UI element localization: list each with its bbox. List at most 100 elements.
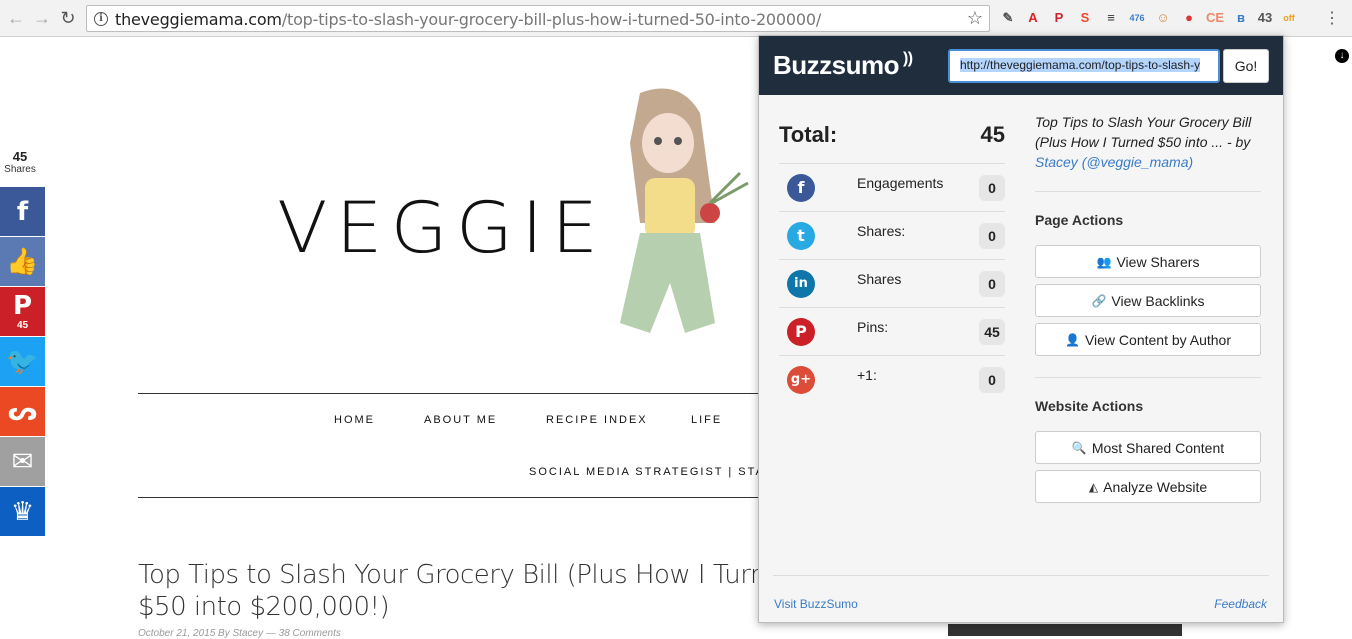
users-icon: 👥 — [1096, 254, 1112, 269]
googleplus-icon: g+ — [787, 366, 815, 394]
post-meta: October 21, 2015 By Stacey — 38 Comments — [138, 628, 341, 639]
network-row-pinterest: P Pins: 45 — [779, 307, 1005, 355]
off-ext-icon[interactable]: off — [1280, 9, 1298, 27]
share-count: 45 — [16, 320, 29, 331]
network-row-linkedin: in Shares 0 — [779, 259, 1005, 307]
link-icon: 🔗 — [1091, 293, 1107, 308]
network-row-facebook: f Engagements 0 — [779, 163, 1005, 211]
pinterest-share-button[interactable]: P 45 — [0, 287, 45, 336]
pinterest-ext-icon[interactable]: P — [1050, 9, 1068, 27]
like-icon: 👍 — [6, 246, 39, 277]
network-count: 0 — [979, 223, 1005, 249]
browser-toolbar: ← → ↻ i theveggiemama.com/top-tips-to-sl… — [0, 0, 1352, 37]
stumbleupon-ext-icon[interactable]: S — [1076, 9, 1094, 27]
share-total-number: 45 — [12, 149, 28, 164]
post-title[interactable]: Top Tips to Slash Your Grocery Bill (Plu… — [138, 559, 758, 623]
reload-icon[interactable]: ↻ — [58, 8, 78, 28]
site-logo-text: VEGGIE — [277, 187, 607, 269]
total-value: 45 — [980, 122, 1005, 147]
buzzsumo-logo: Buzzsumo )) — [773, 50, 913, 80]
buffer-ext-icon[interactable]: ≡ — [1102, 9, 1120, 27]
tomato-ext-icon[interactable]: ● — [1180, 9, 1198, 27]
view-backlinks-button[interactable]: 🔗 View Backlinks — [1035, 284, 1261, 317]
network-label: Shares — [857, 271, 902, 287]
share-total: 45 Shares — [0, 149, 40, 175]
facebook-icon: f — [787, 174, 815, 202]
facebook-share-button[interactable]: f — [0, 187, 45, 236]
view-sharers-button[interactable]: 👥 View Sharers — [1035, 245, 1261, 278]
nav-about-me[interactable]: ABOUT ME — [424, 414, 497, 426]
article-author-link[interactable]: Stacey (@veggie_mama) — [1035, 154, 1193, 170]
network-label: Shares: — [857, 223, 906, 239]
post-title-line-2[interactable]: $50 into $200,000!) — [138, 591, 758, 623]
go-button[interactable]: Go! — [1223, 49, 1269, 83]
nav-recipe-index[interactable]: RECIPE INDEX — [546, 414, 648, 426]
url-text[interactable]: theveggiemama.com/top-tips-to-slash-your… — [115, 10, 821, 29]
evernote-icon[interactable]: ✎ — [999, 9, 1017, 27]
nav-social-media[interactable]: SOCIAL MEDIA STRATEGIST | STAC — [529, 466, 775, 478]
pinterest-icon: P — [787, 318, 815, 346]
email-icon: ✉ — [11, 446, 34, 477]
address-bar[interactable]: i theveggiemama.com/top-tips-to-slash-yo… — [86, 5, 990, 32]
twitter-icon: t — [787, 222, 815, 250]
twitter-share-button[interactable]: 🐦 — [0, 337, 45, 386]
sumome-share-button[interactable]: ♛ — [0, 487, 45, 536]
nav-bottom-rule — [138, 497, 758, 498]
buzzsumo-ext-icon[interactable]: ʙ — [1232, 9, 1250, 27]
bookmark-star-icon[interactable]: ☆ — [967, 8, 983, 29]
network-label: Pins: — [857, 319, 889, 335]
sumome-icon: ♛ — [10, 496, 35, 527]
nav-home[interactable]: HOME — [334, 414, 375, 426]
network-label: +1: — [857, 367, 877, 383]
view-content-by-author-button[interactable]: 👤 View Content by Author — [1035, 323, 1261, 356]
network-count: 0 — [979, 175, 1005, 201]
page-actions-heading: Page Actions — [1035, 212, 1124, 228]
acrobat-icon[interactable]: A — [1024, 9, 1042, 27]
user-icon: 👤 — [1064, 332, 1080, 347]
network-label: Engagements — [857, 175, 944, 191]
most-shared-content-button[interactable]: 🔍 Most Shared Content — [1035, 431, 1261, 464]
network-row-twitter: t Shares: 0 — [779, 211, 1005, 259]
divider — [1035, 377, 1261, 378]
network-count: 45 — [979, 319, 1005, 345]
download-icon[interactable]: ↓ — [1335, 49, 1349, 63]
footer-divider — [773, 575, 1269, 576]
search-icon: 🔍 — [1071, 440, 1087, 455]
logo-illustration — [620, 88, 749, 333]
browser-menu-icon[interactable]: ⋮ — [1324, 8, 1340, 28]
url-input[interactable]: http://theveggiemama.com/top-tips-to-sla… — [948, 49, 1220, 83]
linkedin-icon: in — [787, 270, 815, 298]
total-label: Total: — [779, 122, 838, 147]
ext-476-icon[interactable]: 476 — [1128, 9, 1146, 27]
forward-icon[interactable]: → — [32, 8, 52, 28]
ext-43-icon[interactable]: 43 — [1256, 9, 1274, 27]
network-row-googleplus: g+ +1: 0 — [779, 355, 1005, 403]
nav-life[interactable]: LIFE — [691, 414, 722, 426]
face-ext-icon[interactable]: ☺ — [1154, 9, 1172, 27]
like-share-button[interactable]: 👍 — [0, 237, 45, 286]
analyze-website-button[interactable]: ◭ Analyze Website — [1035, 470, 1261, 503]
email-share-button[interactable]: ✉ — [0, 437, 45, 486]
buzzsumo-header: Buzzsumo )) http://theveggiemama.com/top… — [759, 36, 1283, 95]
area-chart-icon: ◭ — [1088, 479, 1099, 494]
article-title: Top Tips to Slash Your Grocery Bill (Plu… — [1035, 114, 1252, 150]
feedback-link[interactable]: Feedback — [1214, 597, 1267, 611]
visit-buzzsumo-link[interactable]: Visit BuzzSumo — [774, 597, 858, 611]
facebook-icon: f — [16, 196, 29, 227]
buzzsumo-popup: Buzzsumo )) http://theveggiemama.com/top… — [758, 35, 1284, 623]
post-image — [948, 624, 1182, 636]
info-icon[interactable]: i — [94, 12, 108, 26]
pinterest-icon: P — [12, 291, 33, 321]
post-title-line-1[interactable]: Top Tips to Slash Your Grocery Bill (Plu… — [138, 559, 758, 591]
back-icon[interactable]: ← — [6, 8, 26, 28]
network-count: 0 — [979, 271, 1005, 297]
website-actions-heading: Website Actions — [1035, 398, 1144, 414]
stumbleupon-share-button[interactable]: ᔕ — [0, 387, 45, 436]
divider — [1035, 191, 1261, 192]
twitter-icon: 🐦 — [6, 346, 39, 377]
share-total-label: Shares — [4, 164, 36, 175]
network-count: 0 — [979, 367, 1005, 393]
stumbleupon-icon: ᔕ — [7, 396, 38, 427]
article-info: Top Tips to Slash Your Grocery Bill (Plu… — [1035, 112, 1261, 172]
ce-ext-icon[interactable]: CE — [1206, 9, 1224, 27]
